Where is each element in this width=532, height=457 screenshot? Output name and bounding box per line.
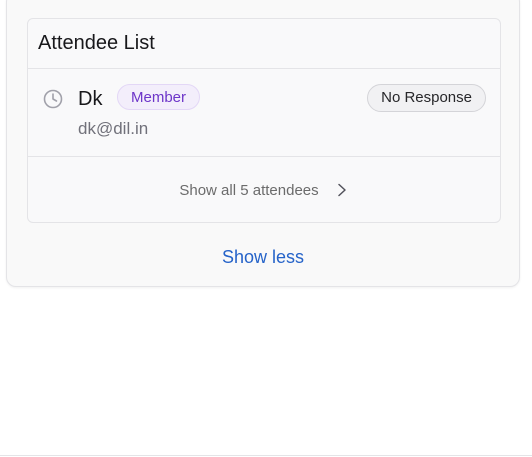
attendee-email: dk@dil.in [78,119,149,138]
show-all-attendees-button[interactable]: Show all 5 attendees [28,157,500,222]
attendee-list-header: Attendee List [28,19,500,69]
attendee-name: Dk [78,88,103,110]
attendees-panel: Attendee List Dk Member No Response dk@d… [6,0,520,287]
show-all-label: Show all 5 attendees [179,181,319,199]
role-badge: Member [117,84,201,110]
attendee-row: Dk Member No Response dk@dil.in [28,69,500,157]
clock-icon [43,89,63,109]
attendee-list-card: Attendee List Dk Member No Response dk@d… [27,18,501,223]
show-less-link[interactable]: Show less [7,247,519,268]
attendee-list-title: Attendee List [38,32,155,54]
chevron-right-icon [335,183,349,197]
response-status-badge: No Response [367,84,486,112]
divider [0,455,532,456]
